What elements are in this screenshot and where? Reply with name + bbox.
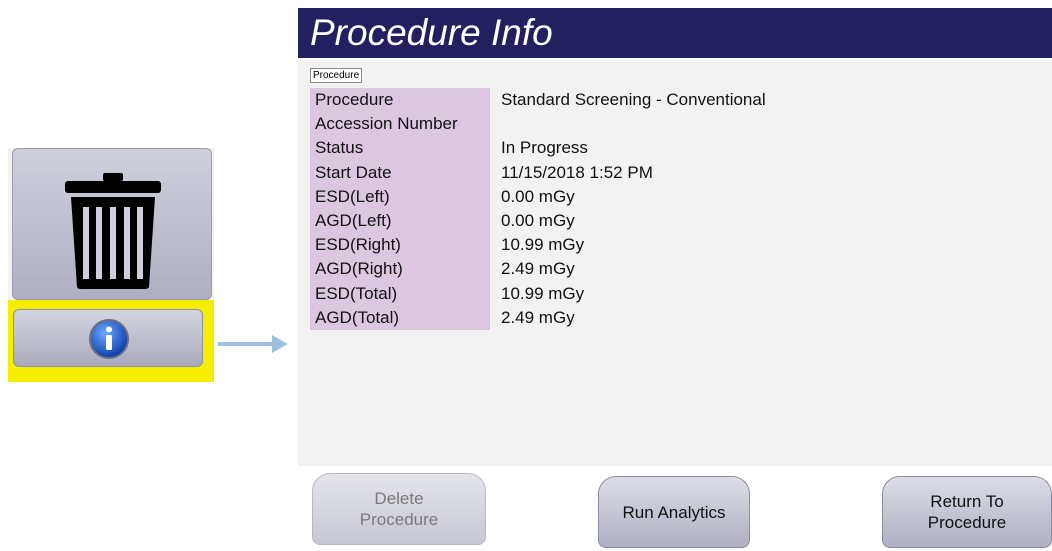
pointer-arrow bbox=[218, 335, 288, 353]
row-value: 10.99 mGy bbox=[501, 235, 585, 255]
delete-procedure-label: Delete Procedure bbox=[359, 489, 439, 529]
row-value bbox=[490, 112, 766, 136]
table-row: AGD(Left) 0.00 mGy bbox=[310, 208, 766, 234]
trash-icon bbox=[65, 173, 161, 289]
table-row: ESD(Right) 10.99 mGy bbox=[310, 233, 766, 258]
dialog-button-bar: Delete Procedure Run Analytics Return To… bbox=[298, 466, 1052, 551]
row-label: Status bbox=[310, 136, 490, 161]
row-label: ESD(Total) bbox=[310, 281, 490, 306]
row-value: Standard Screening - Conventional bbox=[501, 90, 766, 110]
row-label: Procedure bbox=[310, 88, 490, 113]
table-row: AGD(Total) 2.49 mGy bbox=[310, 305, 766, 330]
row-label: AGD(Total) bbox=[310, 305, 490, 330]
row-value: 2.49 mGy bbox=[501, 259, 575, 279]
row-value: 11/15/2018 1:52 PM bbox=[501, 162, 653, 182]
delete-procedure-button[interactable]: Delete Procedure bbox=[312, 473, 486, 545]
procedure-info-dialog: Procedure Info Procedure Procedure Stand… bbox=[298, 8, 1052, 551]
table-row: ESD(Left) 0.00 mGy bbox=[310, 184, 766, 209]
procedure-info-table: Procedure Standard Screening - Conventio… bbox=[310, 88, 766, 330]
table-row: Start Date 11/15/2018 1:52 PM bbox=[310, 160, 766, 185]
table-row: ESD(Total) 10.99 mGy bbox=[310, 281, 766, 306]
row-value: 2.49 mGy bbox=[501, 307, 575, 327]
return-to-procedure-button[interactable]: Return To Procedure bbox=[882, 476, 1052, 548]
row-label: AGD(Left) bbox=[310, 208, 490, 234]
row-value: In Progress bbox=[501, 138, 588, 158]
row-value: 10.99 mGy bbox=[501, 283, 585, 303]
row-value: 0.00 mGy bbox=[501, 186, 575, 206]
left-button-panel bbox=[8, 148, 214, 382]
return-to-procedure-label: Return To Procedure bbox=[927, 492, 1007, 532]
table-row: AGD(Right) 2.49 mGy bbox=[310, 257, 766, 282]
info-icon bbox=[89, 319, 129, 359]
row-label: ESD(Right) bbox=[310, 233, 490, 258]
table-row: Procedure Standard Screening - Conventio… bbox=[310, 88, 766, 113]
run-analytics-label: Run Analytics bbox=[622, 502, 726, 522]
table-row: Status In Progress bbox=[310, 136, 766, 161]
trash-button[interactable] bbox=[12, 148, 212, 300]
row-label: ESD(Left) bbox=[310, 184, 490, 209]
row-label: Start Date bbox=[310, 160, 490, 185]
run-analytics-button[interactable]: Run Analytics bbox=[598, 476, 750, 548]
row-value: 0.00 mGy bbox=[501, 211, 575, 231]
row-label: Accession Number bbox=[310, 112, 490, 137]
dialog-body: Procedure Procedure Standard Screening -… bbox=[298, 60, 1052, 466]
info-button-highlight bbox=[8, 300, 214, 382]
tab-procedure[interactable]: Procedure bbox=[310, 68, 363, 83]
row-label: AGD(Right) bbox=[310, 257, 490, 282]
table-row: Accession Number bbox=[310, 112, 766, 137]
dialog-title: Procedure Info bbox=[298, 8, 1052, 58]
info-button[interactable] bbox=[13, 309, 203, 367]
